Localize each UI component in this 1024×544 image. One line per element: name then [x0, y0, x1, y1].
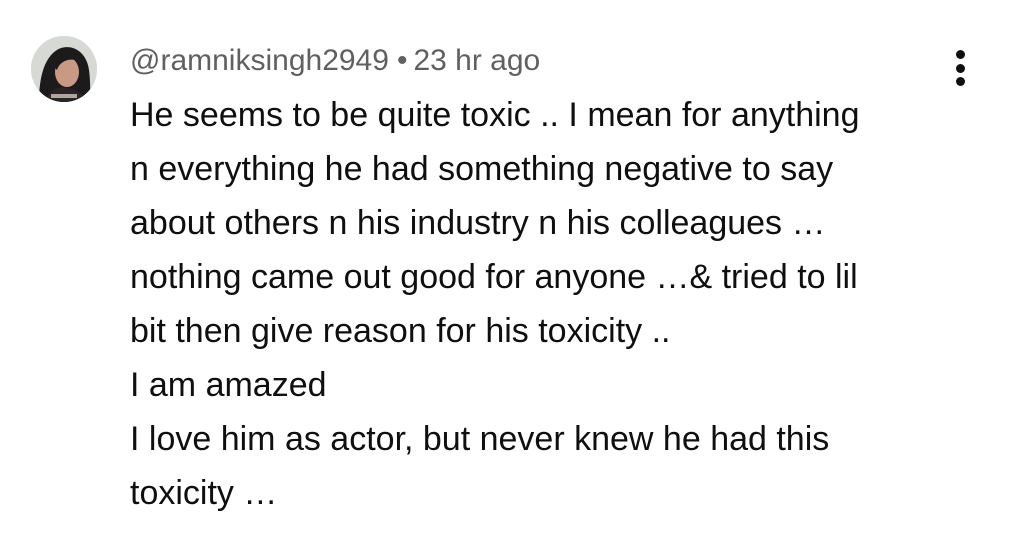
- comment-text-line: nothing came out good for anyone …& trie…: [130, 258, 858, 296]
- user-avatar-icon: [31, 36, 97, 102]
- comment-text-line: I am amazed: [130, 366, 327, 404]
- author-handle[interactable]: @ramniksingh2949: [130, 44, 389, 77]
- comment-header: @ramniksingh2949 • 23 hr ago: [130, 41, 540, 81]
- author-avatar[interactable]: [31, 36, 97, 102]
- comment-text-line: about others n his industry n his collea…: [130, 204, 826, 242]
- comment-text-line: bit then give reason for his toxicity ..: [130, 312, 671, 350]
- comment-thread-item: @ramniksingh2949 • 23 hr ago He seems to b…: [0, 0, 1024, 544]
- comment-text-line: toxicity …: [130, 474, 278, 512]
- comment-text-line: n everything he had something negative t…: [130, 150, 834, 188]
- comment-text-line: He seems to be quite toxic .. I mean for…: [130, 96, 860, 134]
- more-vertical-icon: [955, 50, 965, 59]
- header-separator: •: [396, 44, 408, 77]
- comment-text-line: I love him as actor, but never knew he h…: [130, 420, 830, 458]
- comment-timestamp[interactable]: 23 hr ago: [413, 44, 540, 77]
- more-vertical-icon: [955, 77, 965, 86]
- comment-body: He seems to be quite toxic .. I mean for…: [130, 88, 960, 520]
- more-options-button[interactable]: [944, 46, 976, 90]
- more-vertical-icon: [955, 63, 965, 73]
